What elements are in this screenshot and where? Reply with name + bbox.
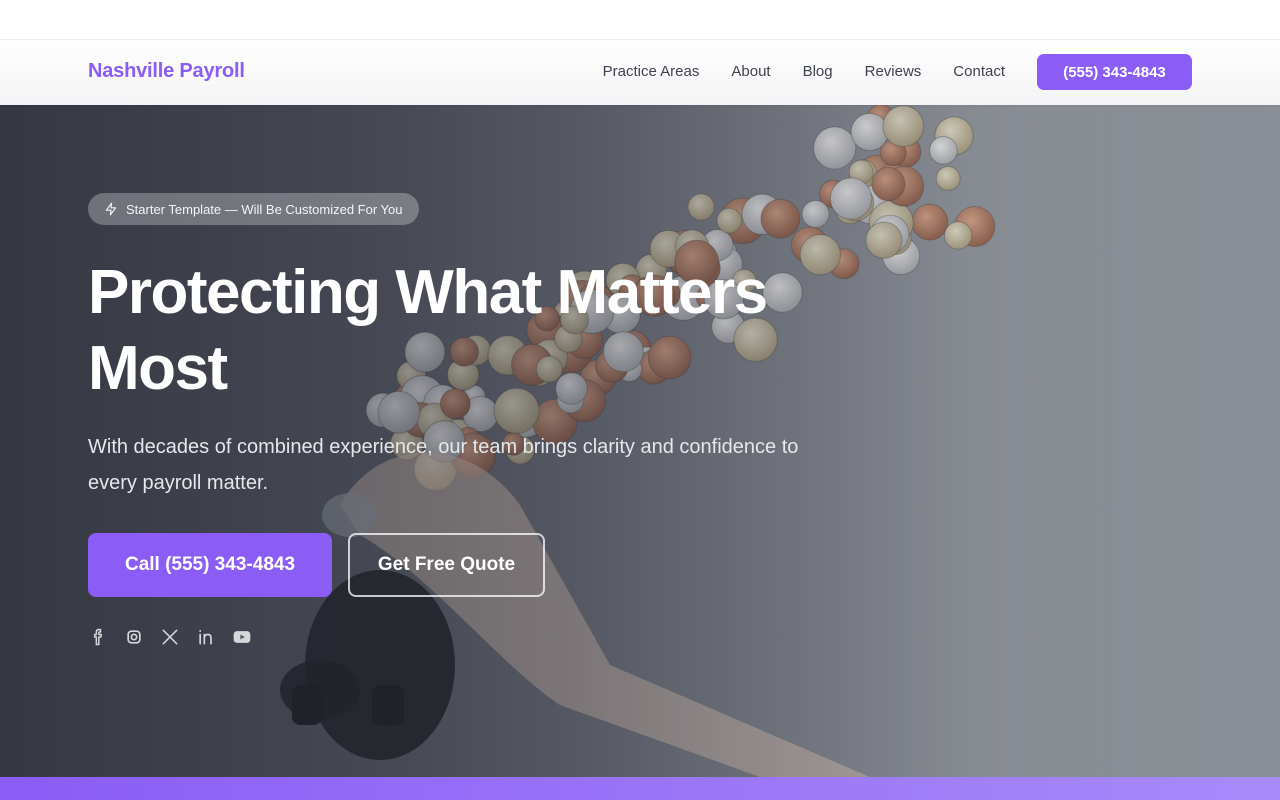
linkedin-icon[interactable]: [196, 627, 216, 647]
site-header: Nashville Payroll Practice Areas About B…: [0, 40, 1280, 105]
instagram-icon[interactable]: [124, 627, 144, 647]
nav-link-reviews[interactable]: Reviews: [865, 63, 922, 80]
x-icon[interactable]: [160, 627, 180, 647]
nav-link-practice-areas[interactable]: Practice Areas: [603, 63, 700, 80]
top-strip: [0, 0, 1280, 40]
call-button[interactable]: Call (555) 343-4843: [88, 533, 332, 597]
bolt-icon: [105, 202, 117, 216]
hero-subtitle: With decades of combined experience, our…: [88, 436, 799, 494]
section-accent-bar: [0, 777, 1280, 800]
nav-link-contact[interactable]: Contact: [953, 63, 1005, 80]
social-links: [88, 627, 252, 647]
header-phone-button[interactable]: (555) 343-4843: [1037, 54, 1192, 90]
badge-text: Starter Template — Will Be Customized Fo…: [126, 201, 403, 217]
hero-section: Starter Template — Will Be Customized Fo…: [0, 105, 1280, 777]
facebook-icon[interactable]: [88, 627, 108, 647]
nav-link-blog[interactable]: Blog: [803, 63, 833, 80]
get-free-quote-button[interactable]: Get Free Quote: [348, 533, 545, 597]
nav-link-about[interactable]: About: [731, 63, 770, 80]
starter-template-badge: Starter Template — Will Be Customized Fo…: [88, 193, 419, 225]
brand-logo[interactable]: Nashville Payroll: [88, 60, 245, 83]
main-nav: Practice Areas About Blog Reviews Contac…: [603, 63, 1005, 80]
hero-title: Protecting What Matters Most: [88, 258, 768, 403]
youtube-icon[interactable]: [232, 627, 252, 647]
